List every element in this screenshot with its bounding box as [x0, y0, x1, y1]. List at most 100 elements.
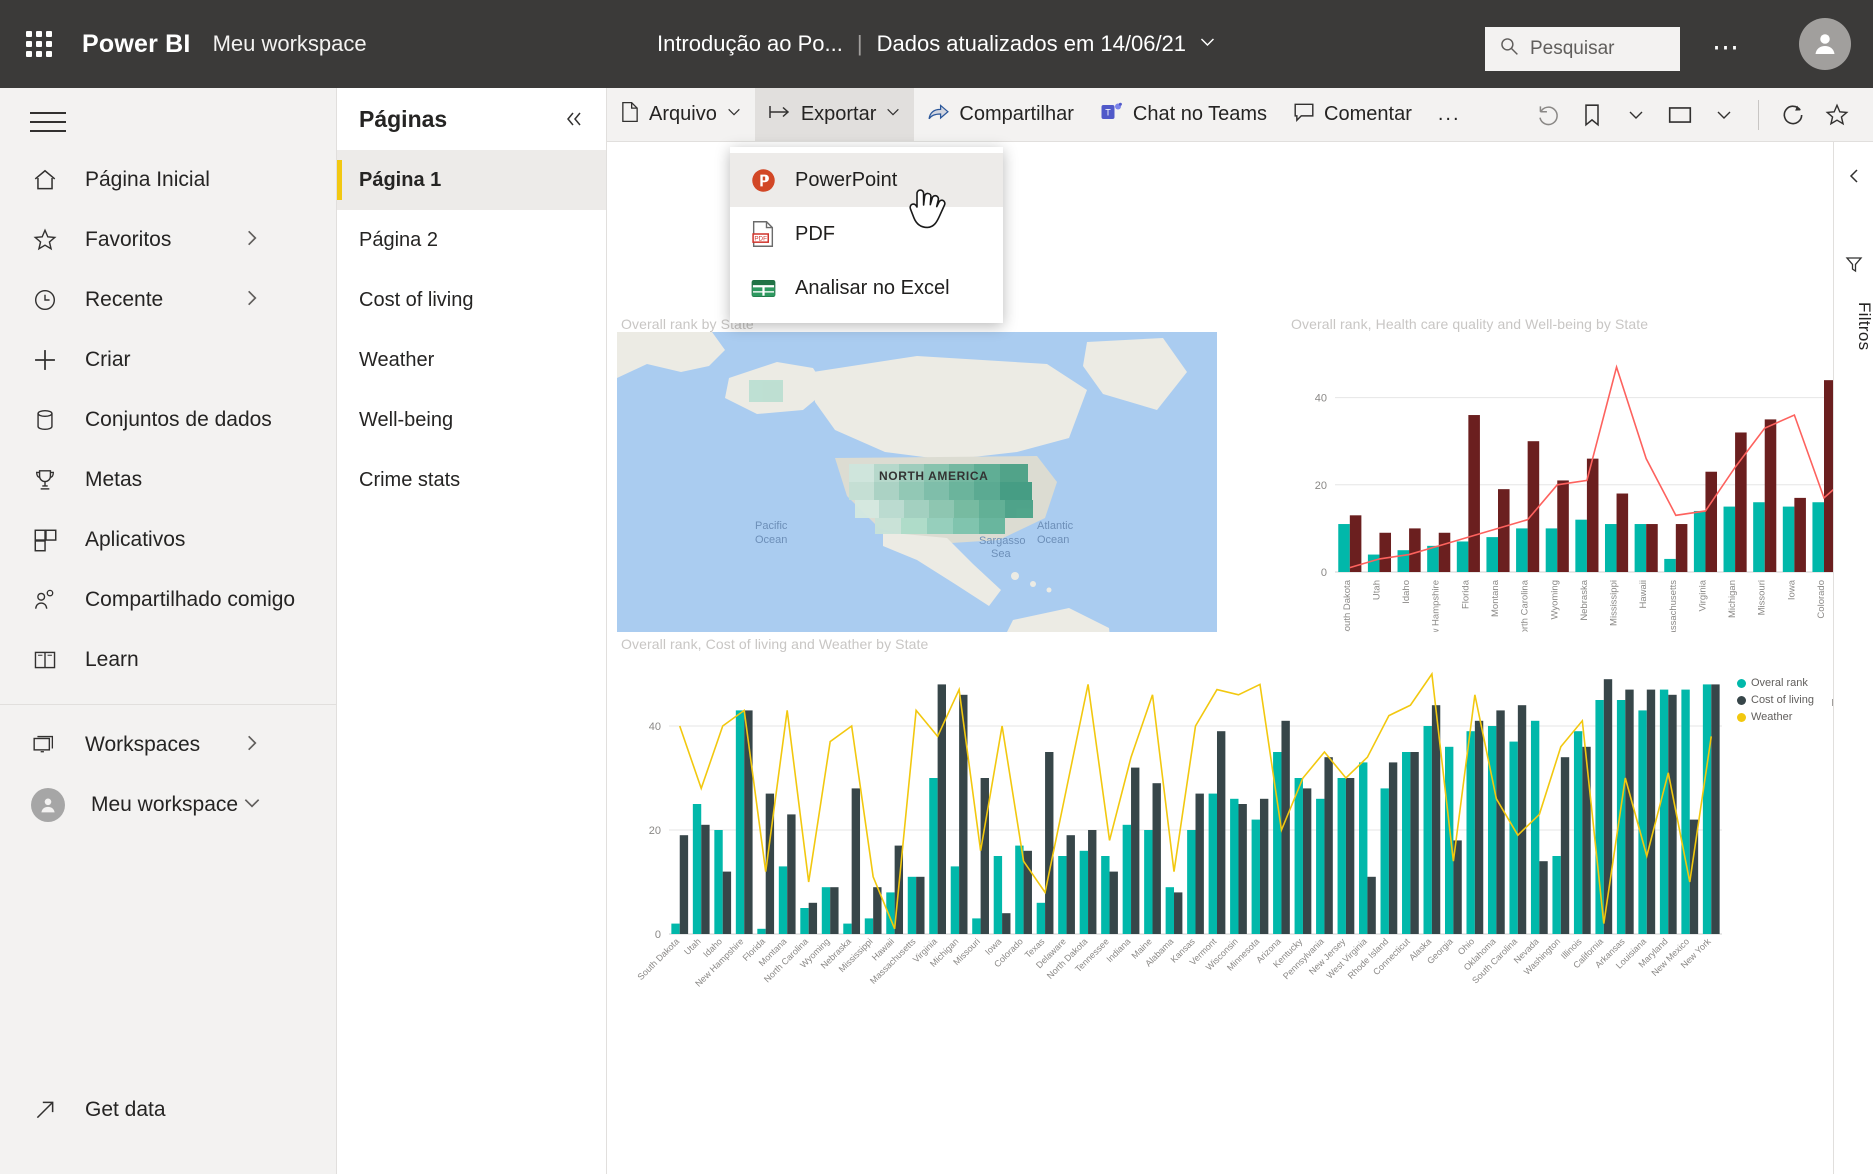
report-title-area: Introdução ao Po... | Dados atualizados … [657, 31, 1216, 57]
comment-button[interactable]: Comentar [1280, 88, 1425, 142]
svg-text:0: 0 [1321, 567, 1327, 579]
sidebar-item-label: Conjuntos de dados [85, 408, 272, 431]
sidebar-item-favorites[interactable]: Favoritos [0, 210, 336, 270]
chevron-down-icon[interactable] [242, 793, 262, 818]
sidebar-item-home[interactable]: Página Inicial [0, 150, 336, 210]
export-menu-item-label: PDF [795, 222, 835, 245]
sidebar-item-workspaces[interactable]: Workspaces [0, 715, 336, 775]
sidebar-item-label: Recente [85, 288, 164, 311]
map-label-atlantic: Atlantic [1037, 520, 1074, 532]
svg-text:Virginia: Virginia [1697, 579, 1708, 611]
sidebar-item-label: Aplicativos [85, 528, 186, 551]
file-button-label: Arquivo [649, 103, 717, 125]
bookmark-icon[interactable] [1570, 93, 1614, 137]
title-separator: | [856, 31, 863, 56]
export-button-label: Exportar [800, 103, 877, 125]
file-button[interactable]: Arquivo [607, 88, 755, 142]
export-menu-item-analyze-in-excel[interactable]: Analisar no Excel [730, 261, 1003, 315]
legend-item[interactable]: Overal rank [1737, 677, 1814, 689]
page-item-well-being[interactable]: Well-being [337, 390, 606, 450]
filter-icon[interactable] [1834, 244, 1873, 284]
sidebar-item-label: Metas [85, 468, 143, 491]
chevron-left-icon[interactable] [1834, 156, 1873, 196]
page-item-weather[interactable]: Weather [337, 330, 606, 390]
favorite-star-icon[interactable] [1815, 93, 1859, 137]
legend-label: Cost of living [1751, 694, 1814, 706]
svg-text:PDF: PDF [754, 236, 767, 243]
pages-panel-title: Páginas [359, 105, 448, 132]
sidebar-item-my-workspace[interactable]: Meu workspace [0, 775, 336, 835]
svg-text:Michigan: Michigan [1727, 580, 1738, 618]
cost-weather-chart-visual[interactable]: Overall rank, Cost of living and Weather… [617, 632, 1832, 1062]
sidebar-item-get-data[interactable]: Get data [0, 1080, 336, 1140]
chevron-right-icon[interactable] [242, 228, 262, 253]
legend-item[interactable]: Cost of living [1737, 694, 1814, 706]
sidebar-item-learn[interactable]: Learn [0, 630, 336, 690]
trophy-icon [30, 465, 60, 495]
map-canvas[interactable]: NORTH AMERICA Pacific Ocean Atlantic Oce… [617, 332, 1217, 677]
export-menu-item-pdf[interactable]: PDF PDF [730, 207, 1003, 261]
hamburger-menu-icon[interactable] [30, 112, 66, 132]
sidebar-item-recent[interactable]: Recente [0, 270, 336, 330]
sidebar-item-apps[interactable]: Aplicativos [0, 510, 336, 570]
sidebar-item-label: Workspaces [85, 733, 201, 756]
chevron-down-icon[interactable] [1702, 93, 1746, 137]
comment-button-label: Comentar [1324, 103, 1412, 125]
svg-text:South Dakota: South Dakota [636, 936, 682, 982]
chevron-right-icon[interactable] [242, 733, 262, 758]
left-navigation-pane: Página Inicial Favoritos Recente Criar C… [0, 88, 337, 1174]
sidebar-item-datasets[interactable]: Conjuntos de dados [0, 390, 336, 450]
excel-icon [748, 273, 778, 303]
top-more-options-button[interactable]: ⋯ [1712, 30, 1741, 64]
map-label-pacific-ocean: Ocean [755, 534, 788, 546]
export-button[interactable]: Exportar [754, 87, 915, 142]
chevron-right-icon[interactable] [242, 288, 262, 313]
reset-icon[interactable] [1526, 93, 1570, 137]
page-item-label: Weather [359, 348, 435, 371]
legend-color-swatch [1737, 695, 1746, 705]
refresh-icon[interactable] [1771, 93, 1815, 137]
clock-icon [30, 285, 60, 315]
double-chevron-left-icon[interactable] [558, 102, 592, 136]
sidebar-item-create[interactable]: Criar [0, 330, 336, 390]
user-avatar-icon [30, 788, 66, 822]
file-icon [620, 101, 640, 129]
book-icon [30, 645, 60, 675]
teams-chat-button[interactable]: T Chat no Teams [1087, 88, 1280, 142]
app-launcher-icon[interactable] [22, 27, 56, 61]
chevron-down-icon[interactable] [1198, 33, 1216, 56]
user-avatar-icon[interactable] [1799, 18, 1851, 70]
workspaces-icon [30, 730, 60, 760]
legend-label: Weather [1751, 711, 1793, 723]
report-title: Introdução ao Po... [656, 31, 843, 56]
sidebar-item-label: Meu workspace [91, 793, 239, 816]
toolbar-more-button[interactable]: ... [1425, 88, 1474, 142]
map-label-sargasso: Sargasso [979, 535, 1026, 547]
map-label-sargasso-sea: Sea [991, 548, 1011, 560]
svg-text:T: T [1105, 107, 1111, 117]
export-menu-item-powerpoint[interactable]: PowerPoint [730, 153, 1003, 207]
export-menu-item-label: Analisar no Excel [795, 276, 950, 299]
breadcrumb-workspace[interactable]: Meu workspace [213, 31, 367, 57]
map-visual[interactable]: Overall rank by State NORTH AMERICA Paci… [617, 312, 1217, 682]
chevron-down-icon [726, 103, 742, 126]
svg-text:Mississippi: Mississippi [1609, 580, 1620, 626]
view-icon[interactable] [1658, 93, 1702, 137]
page-item-crime-stats[interactable]: Crime stats [337, 450, 606, 510]
sidebar-item-shared-with-me[interactable]: Compartilhado comigo [0, 570, 336, 630]
legend-item[interactable]: Weather [1737, 711, 1814, 723]
map-label-pacific: Pacific [755, 520, 788, 532]
sidebar-item-goals[interactable]: Metas [0, 450, 336, 510]
teams-chat-button-label: Chat no Teams [1132, 103, 1268, 125]
chevron-down-icon [885, 103, 901, 126]
svg-text:Nebraska: Nebraska [1579, 579, 1590, 620]
page-item-pagina-1[interactable]: Página 1 [337, 150, 606, 210]
powerbi-logo[interactable]: Power BI [82, 30, 191, 59]
chevron-down-icon[interactable] [1614, 93, 1658, 137]
share-button[interactable]: Compartilhar [914, 88, 1086, 142]
home-icon [30, 165, 60, 195]
page-item-pagina-2[interactable]: Página 2 [337, 210, 606, 270]
page-item-cost-of-living[interactable]: Cost of living [337, 270, 606, 330]
search-input[interactable]: Pesquisar [1485, 27, 1680, 71]
star-icon [30, 225, 60, 255]
